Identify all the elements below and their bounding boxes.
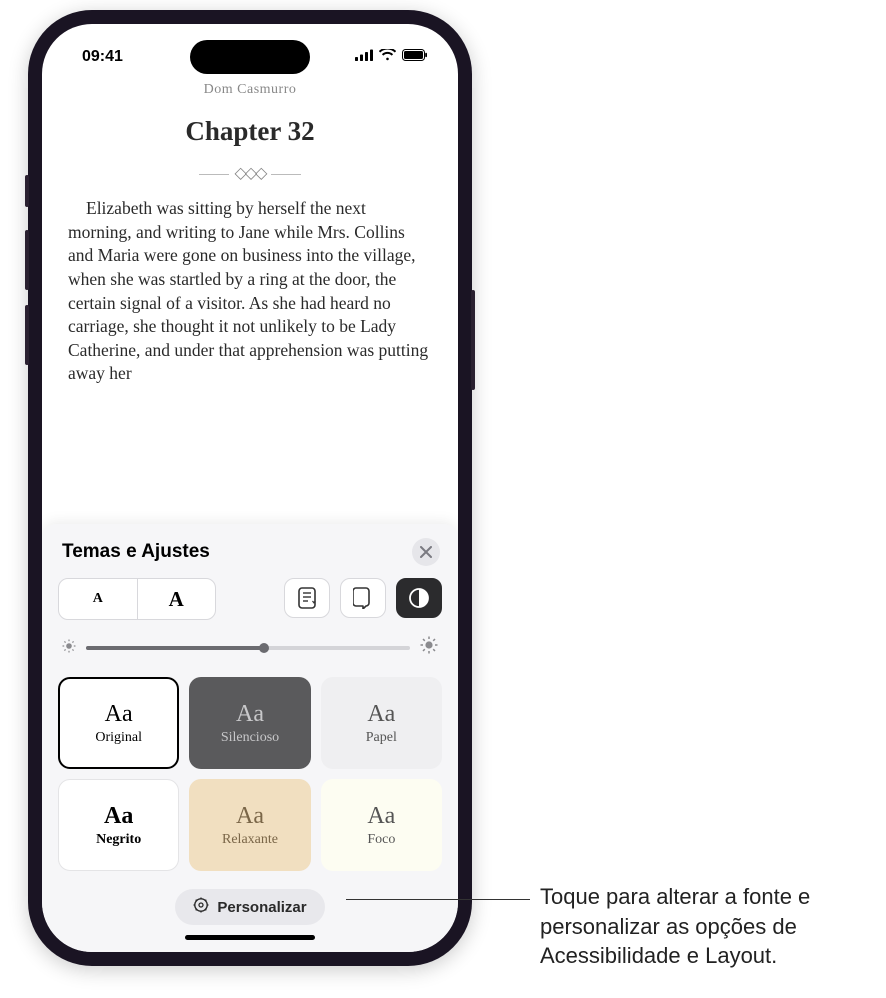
close-icon bbox=[420, 546, 432, 558]
theme-papel[interactable]: Aa Papel bbox=[321, 677, 442, 769]
page-curl-icon bbox=[353, 587, 373, 609]
dark-mode-button[interactable] bbox=[396, 578, 442, 618]
power-button[interactable] bbox=[471, 290, 475, 390]
theme-foco[interactable]: Aa Foco bbox=[321, 779, 442, 871]
sheet-title: Temas e Ajustes bbox=[62, 541, 210, 563]
page-scroll-icon bbox=[298, 587, 316, 609]
book-body-text: Elizabeth was sitting by herself the nex… bbox=[68, 197, 432, 386]
theme-label: Foco bbox=[367, 832, 395, 848]
brightness-low-icon bbox=[62, 639, 76, 656]
chapter-title: Chapter 32 bbox=[68, 116, 432, 147]
theme-relaxante[interactable]: Aa Relaxante bbox=[189, 779, 310, 871]
callout-line bbox=[346, 899, 530, 900]
volume-up-button[interactable] bbox=[25, 230, 29, 290]
customize-button[interactable]: Personalizar bbox=[175, 889, 324, 925]
customize-label: Personalizar bbox=[217, 899, 306, 916]
battery-icon bbox=[402, 48, 428, 66]
font-decrease-button[interactable]: A bbox=[59, 579, 138, 619]
mute-switch[interactable] bbox=[25, 175, 29, 207]
theme-original[interactable]: Aa Original bbox=[58, 677, 179, 769]
theme-sample: Aa bbox=[236, 701, 264, 728]
toolbar-row: A A bbox=[54, 578, 446, 620]
theme-sample: Aa bbox=[104, 803, 133, 830]
theme-sample: Aa bbox=[105, 701, 133, 728]
theme-negrito[interactable]: Aa Negrito bbox=[58, 779, 179, 871]
font-increase-button[interactable]: A bbox=[138, 579, 216, 619]
theme-sample: Aa bbox=[236, 803, 264, 830]
theme-label: Silencioso bbox=[221, 730, 279, 746]
theme-silencioso[interactable]: Aa Silencioso bbox=[189, 677, 310, 769]
home-indicator[interactable] bbox=[185, 935, 315, 940]
half-circle-icon bbox=[408, 587, 430, 609]
dynamic-island bbox=[190, 40, 310, 74]
book-title: Dom Casmurro bbox=[68, 82, 432, 98]
themes-grid: Aa Original Aa Silencioso Aa Papel Aa Ne… bbox=[54, 677, 446, 871]
theme-sample: Aa bbox=[367, 701, 395, 728]
themes-settings-sheet: Temas e Ajustes A A bbox=[42, 524, 458, 952]
brightness-high-icon bbox=[420, 636, 438, 659]
volume-down-button[interactable] bbox=[25, 305, 29, 365]
screen: 09:41 Dom Casmurro Chapter 32 ◇◇◇ Elizab… bbox=[42, 24, 458, 952]
page-curl-mode-button[interactable] bbox=[340, 578, 386, 618]
theme-label: Papel bbox=[366, 730, 397, 746]
theme-label: Original bbox=[95, 730, 142, 746]
gear-icon bbox=[193, 897, 209, 917]
cellular-signal-icon bbox=[355, 48, 373, 66]
theme-label: Negrito bbox=[96, 832, 141, 848]
scroll-mode-button[interactable] bbox=[284, 578, 330, 618]
chapter-ornament-icon: ◇◇◇ bbox=[68, 163, 432, 183]
theme-sample: Aa bbox=[367, 803, 395, 830]
wifi-icon bbox=[379, 48, 396, 66]
status-time: 09:41 bbox=[82, 48, 123, 66]
close-button[interactable] bbox=[412, 538, 440, 566]
font-size-stepper: A A bbox=[58, 578, 216, 620]
brightness-slider-row bbox=[54, 636, 446, 659]
callout-text: Toque para alterar a fonte e personaliza… bbox=[540, 882, 870, 971]
theme-label: Relaxante bbox=[222, 832, 278, 848]
iphone-frame: 09:41 Dom Casmurro Chapter 32 ◇◇◇ Elizab… bbox=[28, 10, 472, 966]
book-page[interactable]: Dom Casmurro Chapter 32 ◇◇◇ Elizabeth wa… bbox=[42, 74, 458, 386]
brightness-slider[interactable] bbox=[86, 646, 410, 650]
